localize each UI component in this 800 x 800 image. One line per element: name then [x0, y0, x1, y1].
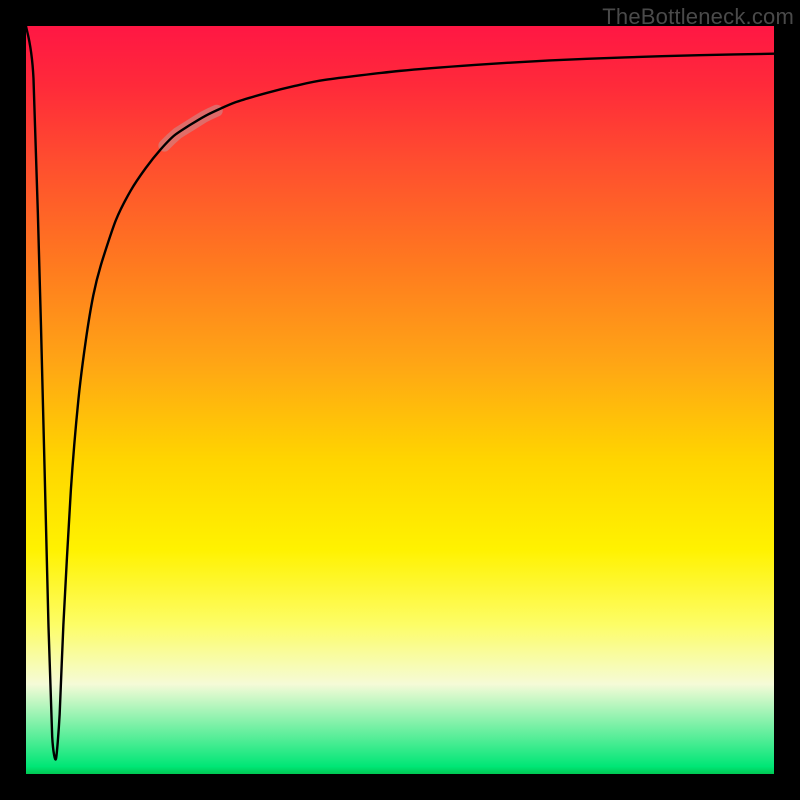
- attribution-text: TheBottleneck.com: [602, 4, 794, 30]
- plot-area: [26, 26, 774, 774]
- chart-stage: TheBottleneck.com: [0, 0, 800, 800]
